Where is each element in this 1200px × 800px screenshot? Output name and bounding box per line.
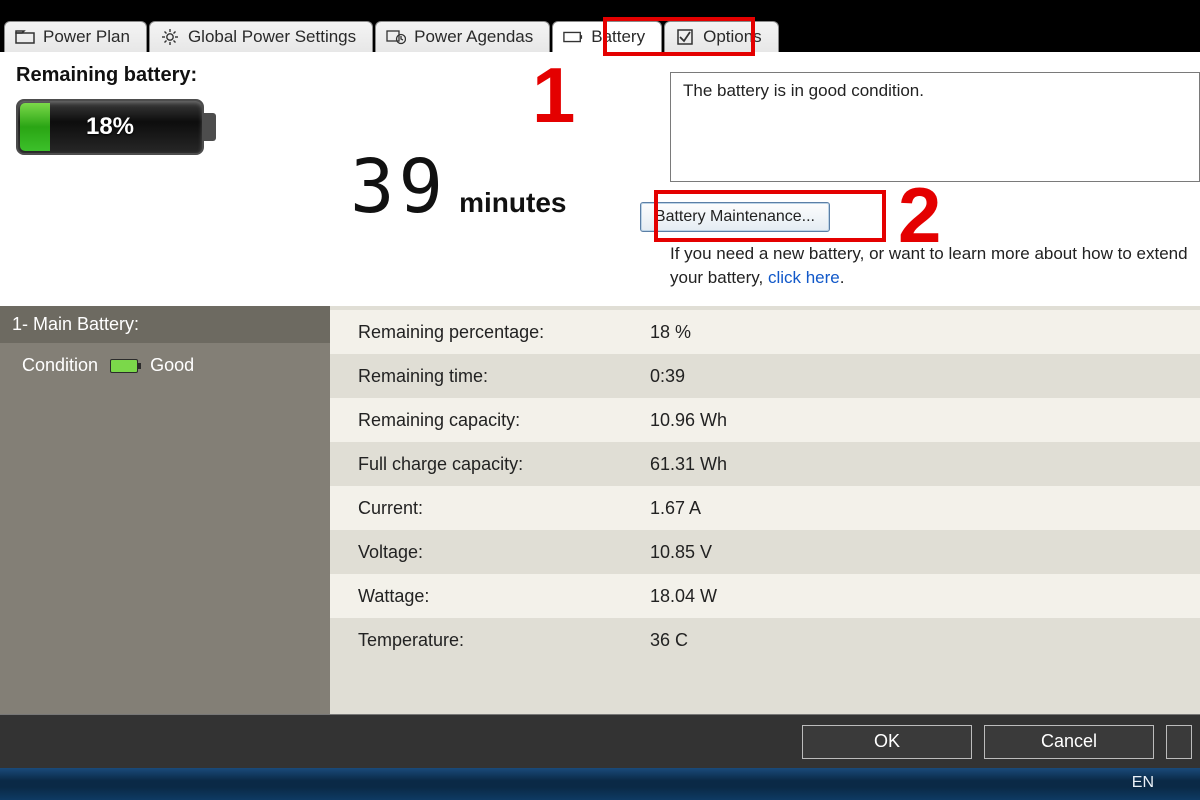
- detail-value: 10.96 Wh: [650, 410, 1200, 431]
- battery-tip: [204, 113, 216, 141]
- details-section: 1- Main Battery: Condition Good Remainin…: [0, 306, 1200, 714]
- detail-label: Current:: [330, 498, 650, 519]
- battery-percent: 18%: [16, 99, 204, 155]
- detail-row: Temperature:36 C: [330, 618, 1200, 662]
- tab-options[interactable]: Options: [664, 21, 779, 52]
- details-table: Remaining percentage:18 % Remaining time…: [330, 306, 1200, 714]
- sidebar-heading[interactable]: 1- Main Battery:: [0, 306, 330, 343]
- detail-row: Remaining capacity:10.96 Wh: [330, 398, 1200, 442]
- detail-label: Remaining capacity:: [330, 410, 650, 431]
- ok-button[interactable]: OK: [802, 725, 972, 759]
- detail-value: 1.67 A: [650, 498, 1200, 519]
- detail-row: Current:1.67 A: [330, 486, 1200, 530]
- condition-box: The battery is in good condition.: [670, 72, 1200, 182]
- taskbar: EN: [0, 768, 1200, 800]
- detail-row: Voltage:10.85 V: [330, 530, 1200, 574]
- battery-list-sidebar: 1- Main Battery: Condition Good: [0, 306, 330, 714]
- folder-icon: [15, 29, 35, 45]
- dialog-button-strip: OK Cancel: [0, 714, 1200, 768]
- sidebar-condition-label: Condition: [22, 355, 98, 376]
- battery-summary-pane: Remaining battery: 18% 39 minutes The ba…: [0, 52, 1200, 306]
- clock-icon: [386, 29, 406, 45]
- detail-label: Remaining time:: [330, 366, 650, 387]
- gear-icon: [160, 29, 180, 45]
- sidebar-condition-value: Good: [150, 355, 194, 376]
- detail-value: 18.04 W: [650, 586, 1200, 607]
- detail-row: Remaining percentage:18 %: [330, 310, 1200, 354]
- detail-value: 36 C: [650, 630, 1200, 651]
- mini-battery-icon: [110, 359, 138, 373]
- tab-power-agendas[interactable]: Power Agendas: [375, 21, 550, 52]
- detail-label: Wattage:: [330, 586, 650, 607]
- tab-label: Options: [703, 27, 762, 47]
- detail-row: Full charge capacity:61.31 Wh: [330, 442, 1200, 486]
- tab-battery[interactable]: Battery: [552, 21, 662, 52]
- remaining-time-number: 39: [350, 144, 447, 230]
- detail-label: Full charge capacity:: [330, 454, 650, 475]
- detail-value: 10.85 V: [650, 542, 1200, 563]
- language-indicator[interactable]: EN: [1132, 774, 1154, 792]
- help-pre: If you need a new battery, or want to le…: [670, 244, 1188, 287]
- cancel-button[interactable]: Cancel: [984, 725, 1154, 759]
- battery-maintenance-button[interactable]: Battery Maintenance...: [640, 202, 830, 232]
- condition-text: The battery is in good condition.: [683, 81, 924, 100]
- remaining-time: 39 minutes: [350, 144, 566, 230]
- battery-visual: 18%: [16, 99, 216, 155]
- help-post: .: [840, 268, 845, 287]
- tab-label: Battery: [591, 27, 645, 47]
- tab-label: Global Power Settings: [188, 27, 356, 47]
- tab-label: Power Plan: [43, 27, 130, 47]
- tab-global-power-settings[interactable]: Global Power Settings: [149, 21, 373, 52]
- detail-value: 18 %: [650, 322, 1200, 343]
- checkbox-icon: [675, 29, 695, 45]
- detail-label: Temperature:: [330, 630, 650, 651]
- detail-row: Remaining time:0:39: [330, 354, 1200, 398]
- tab-power-plan[interactable]: Power Plan: [4, 21, 147, 52]
- window-topbar: [0, 0, 1200, 14]
- help-text: If you need a new battery, or want to le…: [670, 242, 1200, 290]
- detail-value: 0:39: [650, 366, 1200, 387]
- detail-label: Voltage:: [330, 542, 650, 563]
- detail-label: Remaining percentage:: [330, 322, 650, 343]
- detail-value: 61.31 Wh: [650, 454, 1200, 475]
- tab-label: Power Agendas: [414, 27, 533, 47]
- remaining-time-unit: minutes: [459, 187, 566, 219]
- sidebar-condition-row: Condition Good: [0, 343, 330, 388]
- tab-strip: Power Plan Global Power Settings Power A…: [0, 14, 1200, 52]
- detail-row: Wattage:18.04 W: [330, 574, 1200, 618]
- apply-button[interactable]: [1166, 725, 1192, 759]
- battery-icon: [563, 29, 583, 45]
- help-link[interactable]: click here: [768, 268, 840, 287]
